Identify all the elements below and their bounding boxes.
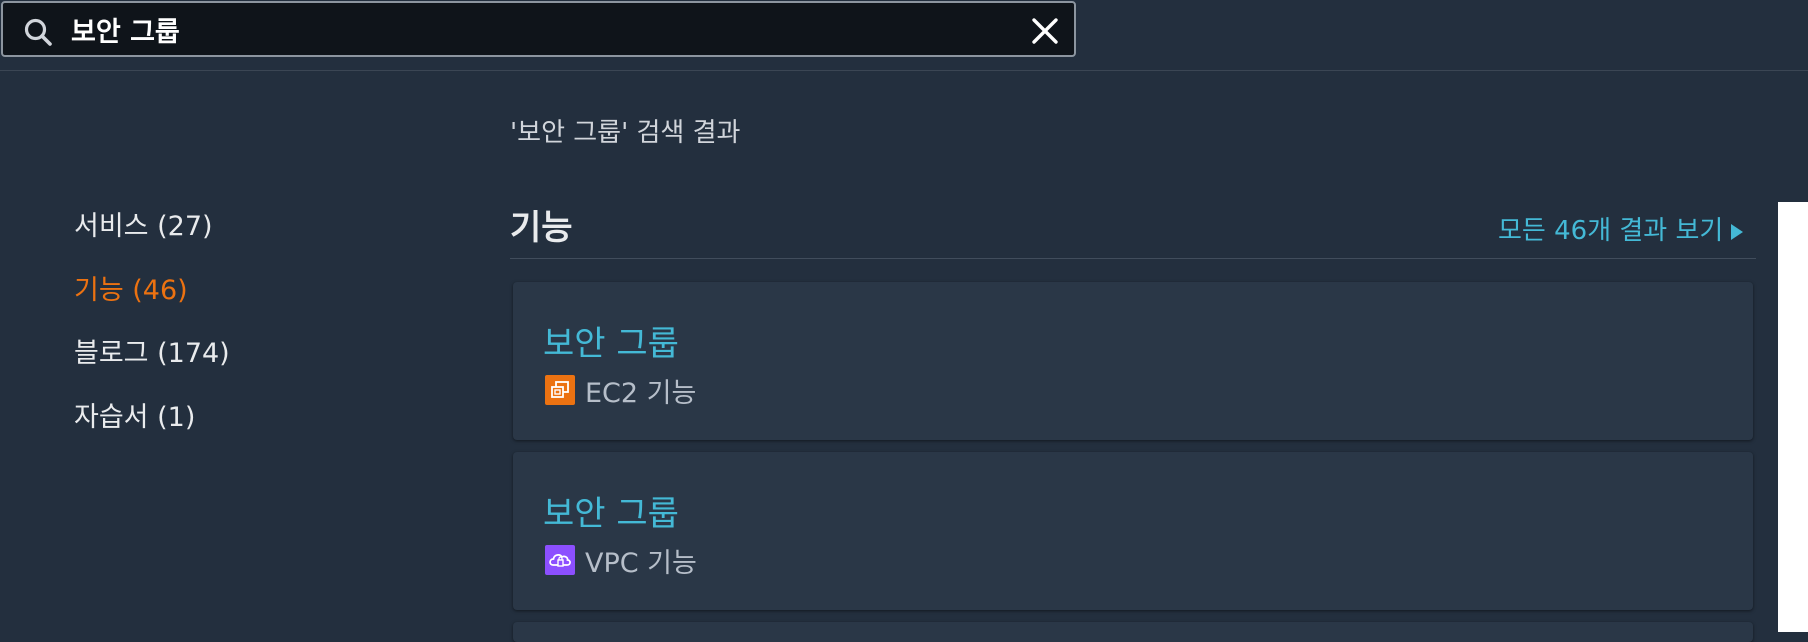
service-label: VPC 기능 [585, 547, 697, 579]
search-icon [24, 18, 52, 46]
result-meta: VPC 기능 [545, 544, 697, 579]
view-all-label: 모든 46개 결과 보기 [1498, 216, 1724, 246]
scrollbar[interactable] [1778, 202, 1808, 632]
vpc-icon [545, 545, 575, 575]
filter-item-services[interactable]: 서비스 (27) [74, 204, 213, 243]
service-label: EC2 기능 [585, 377, 697, 409]
view-all-link[interactable]: 모든 46개 결과 보기 [1498, 210, 1744, 247]
results-heading: '보안 그룹' 검색 결과 [510, 118, 741, 148]
result-meta: EC2 기능 [545, 374, 696, 409]
section-title: 기능 [510, 208, 573, 248]
result-card[interactable]: 보안 그룹 EC2 기능 [513, 282, 1753, 440]
search-input[interactable] [71, 9, 991, 49]
result-title[interactable]: 보안 그룹 [543, 316, 679, 365]
result-title[interactable]: 보안 그룹 [543, 486, 679, 535]
caret-right-icon [1731, 224, 1744, 240]
close-icon[interactable] [1029, 15, 1061, 47]
result-card[interactable] [513, 622, 1753, 642]
section-divider [510, 258, 1756, 259]
filter-item-tutorials[interactable]: 자습서 (1) [74, 395, 195, 434]
result-card[interactable]: 보안 그룹 VPC 기능 [513, 452, 1753, 610]
filter-item-blogs[interactable]: 블로그 (174) [74, 331, 230, 370]
search-box[interactable] [1, 1, 1076, 57]
top-navigation-bar [0, 0, 1808, 71]
filter-item-features[interactable]: 기능 (46) [74, 268, 188, 307]
ec2-icon [545, 375, 575, 405]
